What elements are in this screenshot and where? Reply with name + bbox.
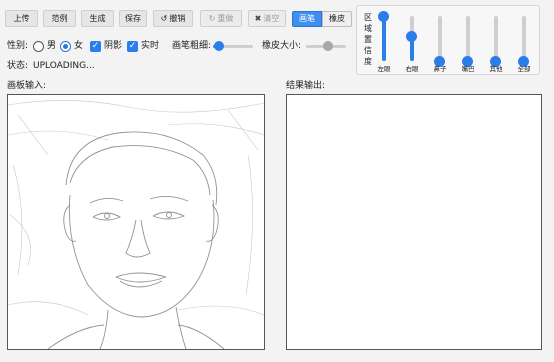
undo-icon: ↺	[160, 14, 168, 23]
generate-button[interactable]: 生成	[81, 10, 114, 27]
brush-size-label: 画笔粗细:	[172, 41, 212, 51]
eraser-size-thumb[interactable]	[323, 41, 333, 51]
undo-label: 撤销	[169, 14, 186, 23]
confidence-slider-2[interactable]	[406, 16, 417, 61]
redo-icon: ↻	[208, 14, 216, 23]
close-icon: ✖	[254, 14, 262, 23]
example-button[interactable]: 范例	[43, 10, 76, 27]
eraser-size-label: 橡皮大小:	[262, 41, 302, 51]
confidence-slider-label: 全部	[517, 65, 531, 73]
status-value: UPLOADING...	[33, 61, 95, 71]
gender-male-label: 男	[47, 41, 57, 51]
confidence-slider-4[interactable]	[462, 16, 473, 67]
clear-label: 清空	[263, 14, 280, 23]
brush-size-thumb[interactable]	[214, 41, 224, 51]
status-label: 状态:	[7, 61, 29, 71]
confidence-slider-label: 其他	[489, 65, 503, 73]
output-canvas	[286, 94, 542, 350]
gender-label: 性别:	[7, 41, 29, 51]
confidence-slider-label: 鼻子	[433, 65, 447, 73]
output-canvas-label: 结果输出:	[286, 81, 326, 91]
clear-button[interactable]: ✖ 清空	[248, 10, 286, 27]
shadow-label: 阴影	[104, 41, 123, 51]
mode-brush-button[interactable]: 画笔	[292, 11, 322, 27]
eraser-size-slider[interactable]	[306, 41, 346, 51]
gender-male-radio[interactable]	[33, 41, 44, 52]
confidence-slider-fill	[382, 16, 386, 61]
gender-female-radio[interactable]	[60, 41, 71, 52]
confidence-slider-label: 嘴巴	[461, 65, 475, 73]
undo-button[interactable]: ↺ 撤销	[153, 10, 193, 27]
brush-size-slider[interactable]	[213, 41, 253, 51]
realtime-label: 实时	[141, 41, 160, 51]
gender-female-label: 女	[74, 41, 84, 51]
face-sketch	[8, 100, 264, 349]
mode-eraser-button[interactable]: 橡皮	[322, 11, 352, 27]
confidence-slider-1[interactable]	[378, 11, 389, 61]
save-button[interactable]: 保存	[119, 10, 147, 27]
confidence-slider-3[interactable]	[434, 16, 445, 67]
redo-button[interactable]: ↻ 重做	[200, 10, 242, 27]
confidence-slider-label: 左眼	[377, 65, 391, 73]
region-confidence-panel: 区 域 置 信 度 左眼 右眼 鼻子 嘴巴 其他 全部	[356, 5, 540, 75]
confidence-slider-6[interactable]	[518, 16, 529, 67]
confidence-slider-5[interactable]	[490, 16, 501, 67]
confidence-slider-label: 右眼	[405, 65, 419, 73]
realtime-checkbox[interactable]: ✓	[127, 41, 138, 52]
redo-label: 重做	[217, 14, 234, 23]
confidence-slider-thumb[interactable]	[378, 11, 389, 22]
upload-button[interactable]: 上传	[5, 10, 38, 27]
input-canvas[interactable]	[7, 94, 265, 350]
input-canvas-label: 画板输入:	[7, 81, 47, 91]
region-confidence-title: 区 域 置 信 度	[364, 13, 372, 66]
confidence-slider-thumb[interactable]	[406, 31, 417, 42]
shadow-checkbox[interactable]: ✓	[90, 41, 101, 52]
